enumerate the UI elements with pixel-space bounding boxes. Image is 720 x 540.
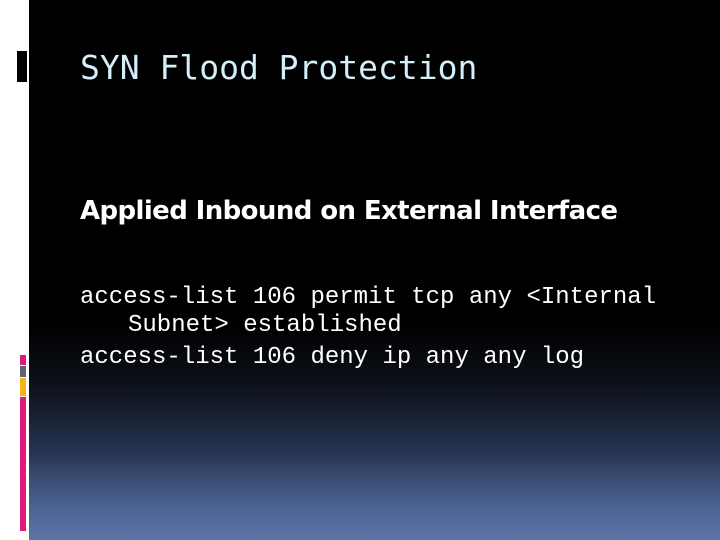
slide-subtitle: Applied Inbound on External Interface bbox=[80, 196, 618, 226]
code-line-1-continuation: Subnet> established bbox=[128, 312, 402, 339]
slide-title: SYN Flood Protection bbox=[80, 48, 478, 87]
accent-stripe-gray bbox=[20, 366, 26, 377]
code-line-1: access-list 106 permit tcp any <Internal bbox=[80, 284, 657, 311]
accent-stripe-pink-top bbox=[20, 355, 26, 365]
accent-stripe-yellow bbox=[20, 378, 26, 396]
code-line-2: access-list 106 deny ip any any log bbox=[80, 344, 585, 371]
title-marker-bar bbox=[17, 51, 27, 82]
accent-stripe-pink-bottom bbox=[20, 397, 26, 531]
